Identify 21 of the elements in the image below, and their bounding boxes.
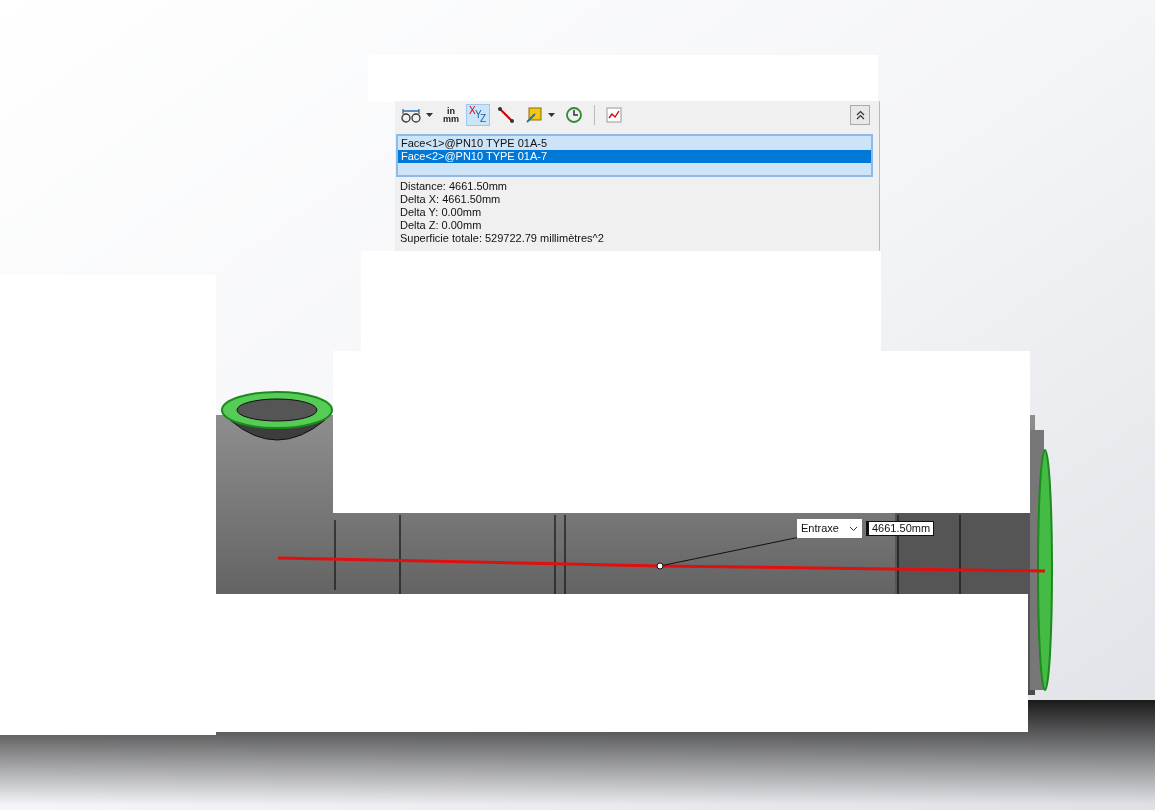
dimension-dropdown[interactable]: Entraxe [797, 519, 862, 538]
chart-icon [606, 107, 622, 123]
point-marker-icon [656, 562, 664, 570]
result-text: Delta X: 4661.50mm [400, 193, 502, 206]
projection-icon [525, 106, 543, 124]
xyz-toggle[interactable]: XYZ [466, 104, 490, 126]
line-icon [497, 106, 515, 124]
result-text: Distance: 4661.50mm [400, 180, 508, 193]
tool-button[interactable] [603, 104, 625, 126]
chevron-up-icon [855, 110, 865, 120]
result-text: Delta Y: 0.00mm [400, 206, 483, 219]
collapse-button[interactable] [850, 105, 870, 125]
clock-icon [565, 106, 583, 124]
selection-item[interactable]: Face<2>@PN10 TYPE 01A-7 [398, 150, 871, 163]
binoculars-icon [401, 107, 421, 123]
result-text: Delta Z: 0.00mm [400, 219, 483, 232]
selection-item[interactable]: Face<1>@PN10 TYPE 01A-5 [398, 137, 871, 150]
chevron-down-icon [849, 525, 858, 532]
result-text: Superficie totale: 529722.79 millimètres^2 [400, 232, 605, 245]
units-toggle[interactable]: in mm [440, 104, 462, 126]
dimension-value: 4661.50mm [866, 521, 935, 536]
